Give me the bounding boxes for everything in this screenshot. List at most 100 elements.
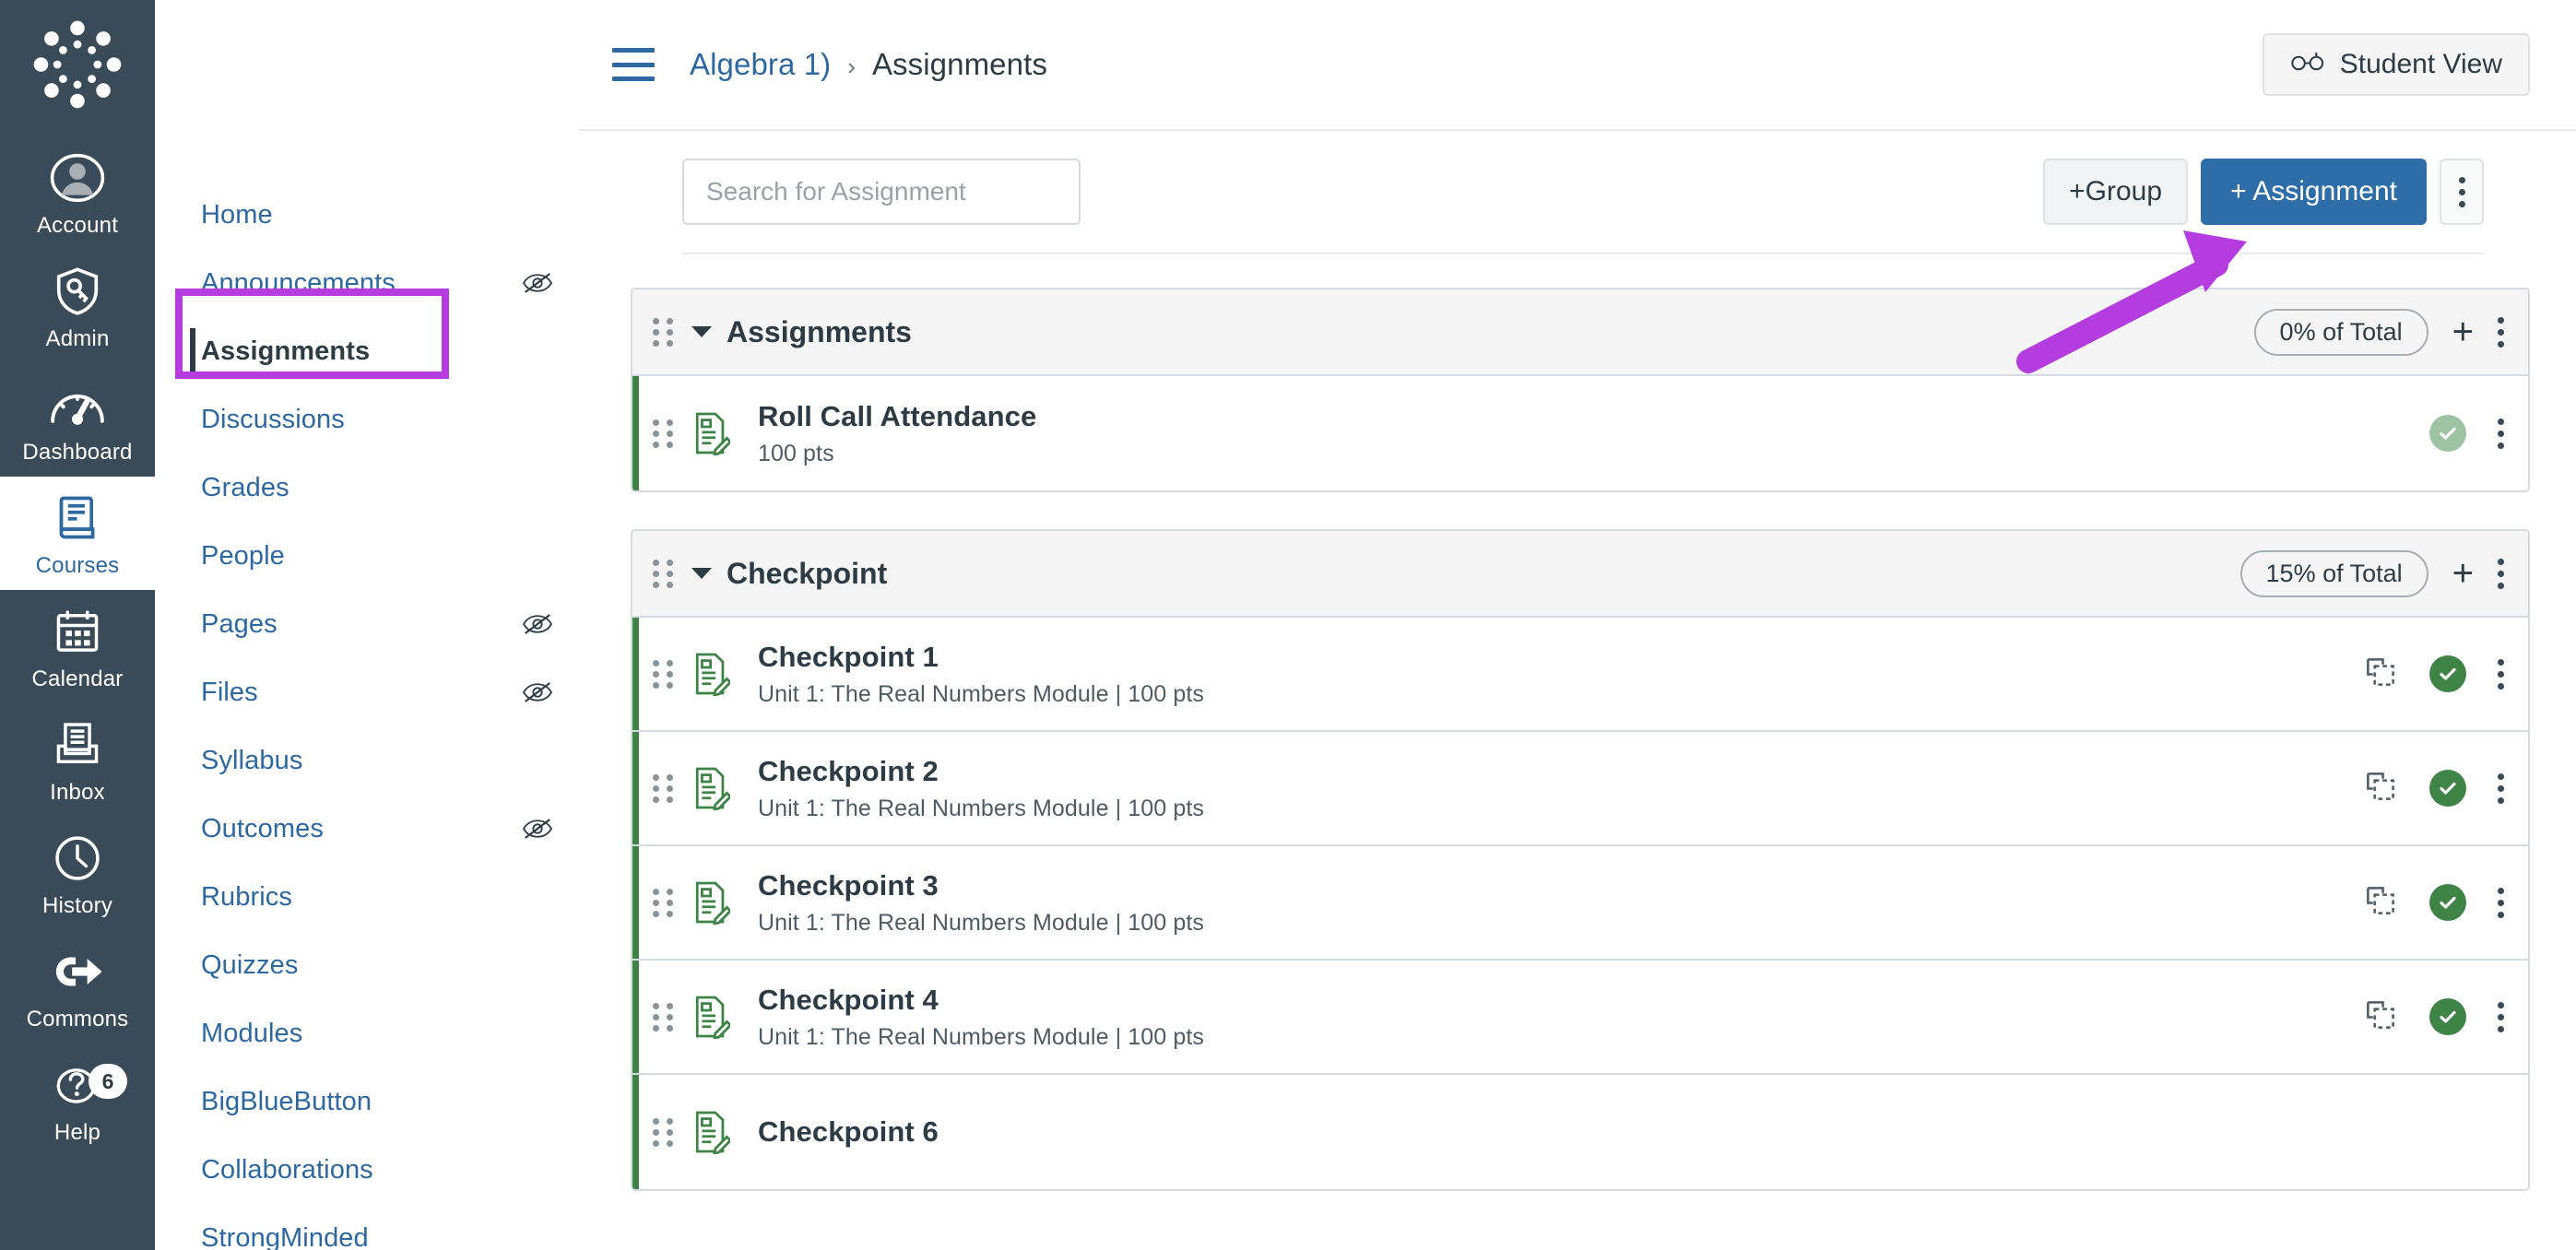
group-options-icon[interactable] (2498, 558, 2504, 589)
assignment-title[interactable]: Checkpoint 3 (758, 869, 1204, 902)
account-icon (49, 147, 106, 208)
course-nav-modules[interactable]: Modules (155, 999, 579, 1067)
global-nav-courses[interactable]: Courses (0, 477, 155, 590)
drag-handle-icon[interactable] (653, 773, 673, 803)
assignment-meta: 100 pts (758, 440, 834, 466)
course-nav-bigbluebutton[interactable]: BigBlueButton (155, 1067, 579, 1136)
course-nav-people[interactable]: People (155, 522, 579, 590)
assignment-row[interactable]: Roll Call Attendance 100 pts (632, 376, 2528, 490)
canvas-logo-icon[interactable] (30, 17, 125, 112)
course-nav-label: Files (201, 678, 258, 707)
assignment-options-icon[interactable] (2498, 418, 2504, 449)
assignment-document-icon (691, 652, 733, 697)
assignment-info: Checkpoint 6 (758, 1115, 939, 1149)
drag-handle-icon[interactable] (653, 1002, 673, 1032)
add-group-button[interactable]: +Group (2043, 159, 2189, 225)
drag-handle-icon[interactable] (653, 317, 673, 347)
global-nav-account[interactable]: Account (0, 136, 155, 250)
assignment-title[interactable]: Checkpoint 4 (758, 984, 1204, 1017)
course-nav-label: People (201, 541, 285, 571)
hamburger-icon[interactable] (612, 48, 655, 81)
calendar-icon (52, 601, 103, 662)
assignment-document-icon (691, 1110, 733, 1155)
drag-handle-icon[interactable] (653, 419, 673, 448)
clock-icon (52, 828, 103, 889)
course-nav-label: Quizzes (201, 950, 299, 980)
assignment-options-icon[interactable] (2498, 772, 2504, 804)
add-to-group-icon[interactable]: + (2452, 313, 2474, 350)
search-input[interactable] (682, 159, 1081, 225)
published-check-icon[interactable] (2429, 998, 2466, 1035)
chevron-down-icon[interactable] (691, 568, 712, 579)
global-nav-help[interactable]: 6 Help (0, 1044, 155, 1157)
canvas-assignments-page: Account Admin Dashboard Courses Calendar… (0, 0, 2576, 1250)
course-nav-label: Modules (201, 1019, 303, 1048)
course-nav-assignments[interactable]: Assignments (155, 317, 579, 385)
assignment-title[interactable]: Roll Call Attendance (758, 400, 1036, 433)
course-nav-collaborations[interactable]: Collaborations (155, 1136, 579, 1204)
assignment-group-header[interactable]: Assignments 0% of Total + (632, 289, 2528, 376)
assignment-row[interactable]: Checkpoint 4 Unit 1: The Real Numbers Mo… (632, 961, 2528, 1075)
breadcrumb-course-link[interactable]: Algebra 1) (690, 47, 831, 82)
global-nav-label: Courses (35, 552, 120, 578)
assignment-row[interactable]: Checkpoint 6 (632, 1075, 2528, 1189)
global-nav-dashboard[interactable]: Dashboard (0, 363, 155, 477)
course-nav-quizzes[interactable]: Quizzes (155, 931, 579, 999)
published-check-icon[interactable] (2429, 770, 2466, 807)
course-nav-pages[interactable]: Pages (155, 590, 579, 658)
course-nav-discussions[interactable]: Discussions (155, 385, 579, 454)
course-nav-strongminded[interactable]: StrongMinded (155, 1204, 579, 1250)
assignment-options-icon[interactable] (2498, 887, 2504, 918)
course-nav-announcements[interactable]: Announcements (155, 249, 579, 317)
assignment-meta: Unit 1: The Real Numbers Module | 100 pt… (758, 909, 1204, 936)
kebab-icon (2458, 176, 2465, 207)
add-assignment-button[interactable]: + Assignment (2201, 159, 2427, 225)
assignment-title[interactable]: Checkpoint 6 (758, 1115, 939, 1149)
course-nav-outcomes[interactable]: Outcomes (155, 795, 579, 863)
published-check-icon[interactable] (2429, 884, 2466, 921)
group-options-icon[interactable] (2498, 316, 2504, 348)
hidden-eye-icon (522, 267, 553, 299)
duplicate-icon[interactable] (2363, 769, 2398, 808)
course-nav-rubrics[interactable]: Rubrics (155, 863, 579, 931)
course-nav-label: Rubrics (201, 882, 292, 912)
global-nav-admin[interactable]: Admin (0, 250, 155, 363)
help-badge-count: 6 (89, 1064, 127, 1099)
duplicate-icon[interactable] (2363, 654, 2398, 694)
course-nav-grades[interactable]: Grades (155, 454, 579, 522)
course-nav-syllabus[interactable]: Syllabus (155, 726, 579, 795)
assignment-title[interactable]: Checkpoint 2 (758, 755, 1204, 788)
duplicate-icon[interactable] (2363, 883, 2398, 923)
drag-handle-icon[interactable] (653, 1117, 673, 1147)
global-nav-commons[interactable]: Commons (0, 930, 155, 1044)
drag-handle-icon[interactable] (653, 559, 673, 588)
assignment-group-header[interactable]: Checkpoint 15% of Total + (632, 531, 2528, 618)
chevron-down-icon[interactable] (691, 326, 712, 337)
assignment-title[interactable]: Checkpoint 1 (758, 641, 1204, 674)
add-to-group-icon[interactable]: + (2452, 555, 2474, 592)
inbox-tray-icon (52, 714, 103, 775)
course-nav-label: Pages (201, 609, 278, 639)
published-check-icon[interactable] (2429, 415, 2466, 452)
assignment-row-actions (2363, 883, 2504, 923)
global-nav-inbox[interactable]: Inbox (0, 703, 155, 817)
assignment-options-icon[interactable] (2498, 1001, 2504, 1032)
course-nav-label: Grades (201, 473, 290, 502)
breadcrumb: Algebra 1) › Assignments (690, 47, 2263, 82)
assignment-row[interactable]: Checkpoint 2 Unit 1: The Real Numbers Mo… (632, 732, 2528, 846)
assignment-groups: Assignments 0% of Total + Roll Call Atte… (579, 254, 2576, 1191)
shield-key-icon (51, 261, 104, 322)
global-nav-history[interactable]: History (0, 817, 155, 930)
assignment-options-icon[interactable] (2498, 658, 2504, 690)
global-nav-calendar[interactable]: Calendar (0, 590, 155, 703)
student-view-button[interactable]: Student View (2262, 33, 2530, 96)
assignment-row[interactable]: Checkpoint 3 Unit 1: The Real Numbers Mo… (632, 846, 2528, 961)
assignments-options-button[interactable] (2440, 159, 2484, 225)
drag-handle-icon[interactable] (653, 888, 673, 917)
course-nav-home[interactable]: Home (155, 181, 579, 249)
published-check-icon[interactable] (2429, 655, 2466, 692)
assignment-row[interactable]: Checkpoint 1 Unit 1: The Real Numbers Mo… (632, 618, 2528, 732)
course-nav-files[interactable]: Files (155, 658, 579, 726)
drag-handle-icon[interactable] (653, 659, 673, 689)
duplicate-icon[interactable] (2363, 997, 2398, 1037)
